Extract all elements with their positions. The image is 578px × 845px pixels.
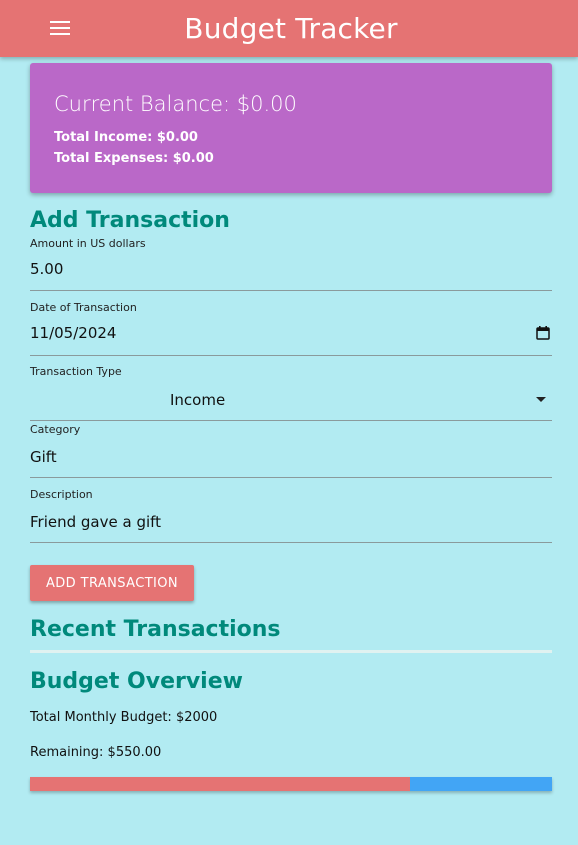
calendar-icon[interactable] [536, 326, 550, 340]
category-label: Category [30, 423, 81, 436]
date-field[interactable]: Date of Transaction 11/05/2024 [30, 300, 552, 356]
description-field[interactable]: Description Friend gave a gift [30, 487, 552, 543]
remaining-budget: Remaining: $550.00 [30, 745, 162, 760]
transaction-type-label: Transaction Type [30, 365, 122, 378]
amount-label: Amount in US dollars [30, 237, 146, 250]
dropdown-caret-icon[interactable] [536, 397, 546, 402]
transaction-type-select[interactable]: Income [170, 391, 225, 409]
date-input[interactable]: 11/05/2024 [30, 324, 116, 342]
budget-progress-spent [30, 777, 410, 791]
budget-progress-bar [30, 777, 552, 791]
recent-transactions-divider [30, 650, 552, 653]
app-title: Budget Tracker [184, 12, 398, 45]
budget-overview-heading: Budget Overview [30, 669, 243, 694]
description-label: Description [30, 488, 93, 501]
category-field[interactable]: Category Gift [30, 422, 552, 478]
total-income: Total Income: $0.00 [54, 130, 198, 145]
recent-transactions-heading: Recent Transactions [30, 617, 281, 642]
amount-field[interactable]: Amount in US dollars 5.00 [30, 236, 552, 291]
description-input[interactable]: Friend gave a gift [30, 513, 161, 531]
add-transaction-button[interactable]: ADD TRANSACTION [30, 565, 194, 601]
current-balance: Current Balance: $0.00 [54, 92, 297, 116]
hamburger-menu-icon[interactable] [50, 21, 70, 35]
category-input[interactable]: Gift [30, 448, 57, 466]
add-transaction-heading: Add Transaction [30, 208, 230, 233]
app-bar: Budget Tracker [0, 0, 578, 57]
date-label: Date of Transaction [30, 301, 137, 314]
total-monthly-budget: Total Monthly Budget: $2000 [30, 710, 218, 725]
total-expenses: Total Expenses: $0.00 [54, 151, 214, 166]
amount-input[interactable]: 5.00 [30, 260, 63, 278]
balance-card: Current Balance: $0.00 Total Income: $0.… [30, 63, 552, 193]
transaction-type-field[interactable]: Transaction Type Income [30, 364, 552, 421]
